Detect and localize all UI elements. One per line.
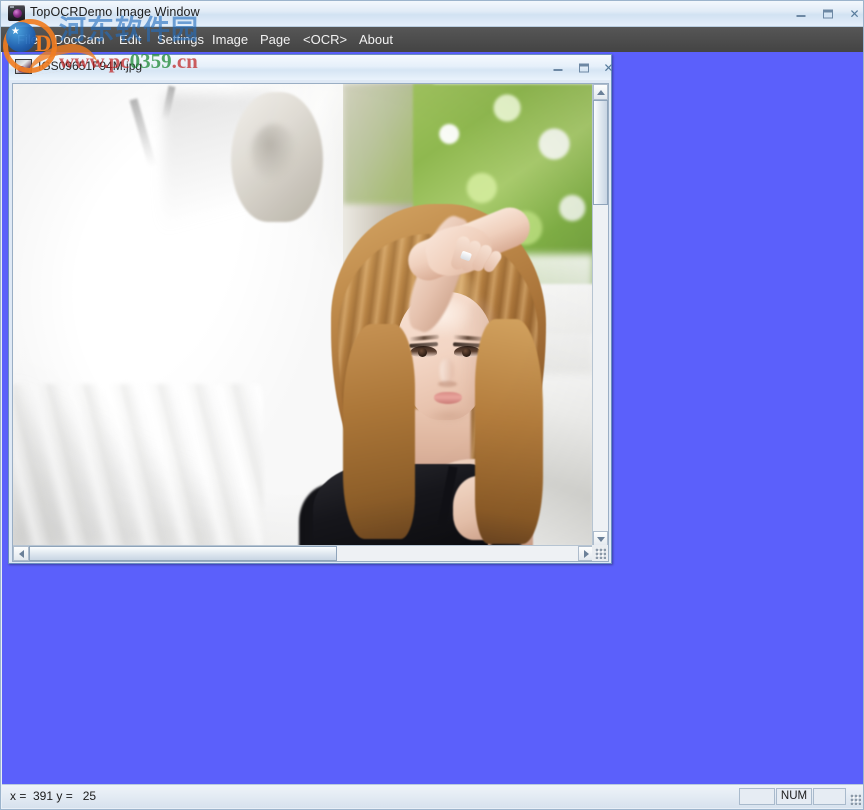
minimize-icon — [796, 15, 805, 18]
horizontal-scrollbar[interactable] — [13, 545, 594, 561]
image-viewport — [12, 83, 609, 562]
close-icon: ✕ — [849, 6, 860, 21]
chevron-left-icon — [18, 549, 24, 558]
photo-vignette — [13, 84, 594, 547]
status-coordinates: x = 391 y = 25 — [10, 789, 97, 803]
child-titlebar: IGS09651F94M.jpg ✕ — [9, 55, 614, 80]
menu-item-settings[interactable]: Settings — [149, 27, 212, 52]
statusbar: x = 391 y = 25 NUM — [2, 784, 863, 808]
scroll-up-button[interactable] — [593, 84, 608, 100]
menu-item-ocr[interactable]: <OCR> — [295, 27, 355, 52]
child-resize-grip[interactable] — [592, 545, 608, 561]
image-thumbnail-icon — [15, 59, 32, 74]
chevron-up-icon — [596, 89, 605, 95]
status-pane-1 — [739, 788, 775, 805]
scroll-left-button[interactable] — [13, 546, 29, 561]
camera-lens-shape — [13, 9, 22, 18]
close-button[interactable]: ✕ — [841, 4, 863, 23]
maximize-button[interactable] — [814, 4, 841, 23]
menu-item-edit[interactable]: Edit — [111, 27, 149, 52]
maximize-icon — [578, 63, 589, 72]
window-resize-grip[interactable] — [850, 794, 861, 805]
minimize-button[interactable] — [787, 4, 814, 23]
child-maximize-button[interactable] — [570, 58, 597, 77]
menu-item-page[interactable]: Page — [252, 27, 298, 52]
menubar: File DocCam Edit Settings Image Page <OC… — [1, 27, 863, 52]
camera-flash-shape — [10, 6, 14, 8]
minimize-icon — [553, 69, 562, 72]
vertical-scroll-thumb[interactable] — [593, 100, 608, 205]
thumbnail-shape — [18, 66, 25, 72]
image-child-window: IGS09651F94M.jpg ✕ — [8, 54, 614, 564]
menu-item-about[interactable]: About — [351, 27, 401, 52]
camera-icon — [8, 5, 25, 21]
close-icon: ✕ — [603, 60, 614, 75]
chevron-right-icon — [583, 549, 589, 558]
application-window: TopOCRDemo Image Window ✕ File DocCam Ed… — [0, 0, 864, 810]
status-pane-num: NUM — [776, 788, 812, 805]
menu-item-file[interactable]: File — [9, 27, 46, 52]
child-window-title: IGS09651F94M.jpg — [38, 59, 143, 73]
status-pane-3 — [813, 788, 846, 805]
maximize-icon — [822, 9, 833, 18]
main-titlebar: TopOCRDemo Image Window ✕ — [1, 1, 863, 27]
child-minimize-button[interactable] — [544, 58, 571, 77]
photo-image[interactable] — [13, 84, 594, 547]
window-title: TopOCRDemo Image Window — [30, 5, 200, 19]
menu-item-image[interactable]: Image — [204, 27, 256, 52]
resize-grip-icon — [595, 548, 606, 559]
horizontal-scroll-thumb[interactable] — [29, 546, 337, 561]
vertical-scrollbar[interactable] — [592, 84, 608, 547]
child-close-button[interactable]: ✕ — [595, 58, 622, 77]
chevron-down-icon — [596, 536, 605, 542]
mdi-client-area: IGS09651F94M.jpg ✕ — [2, 52, 863, 785]
menu-item-doccam[interactable]: DocCam — [46, 27, 113, 52]
